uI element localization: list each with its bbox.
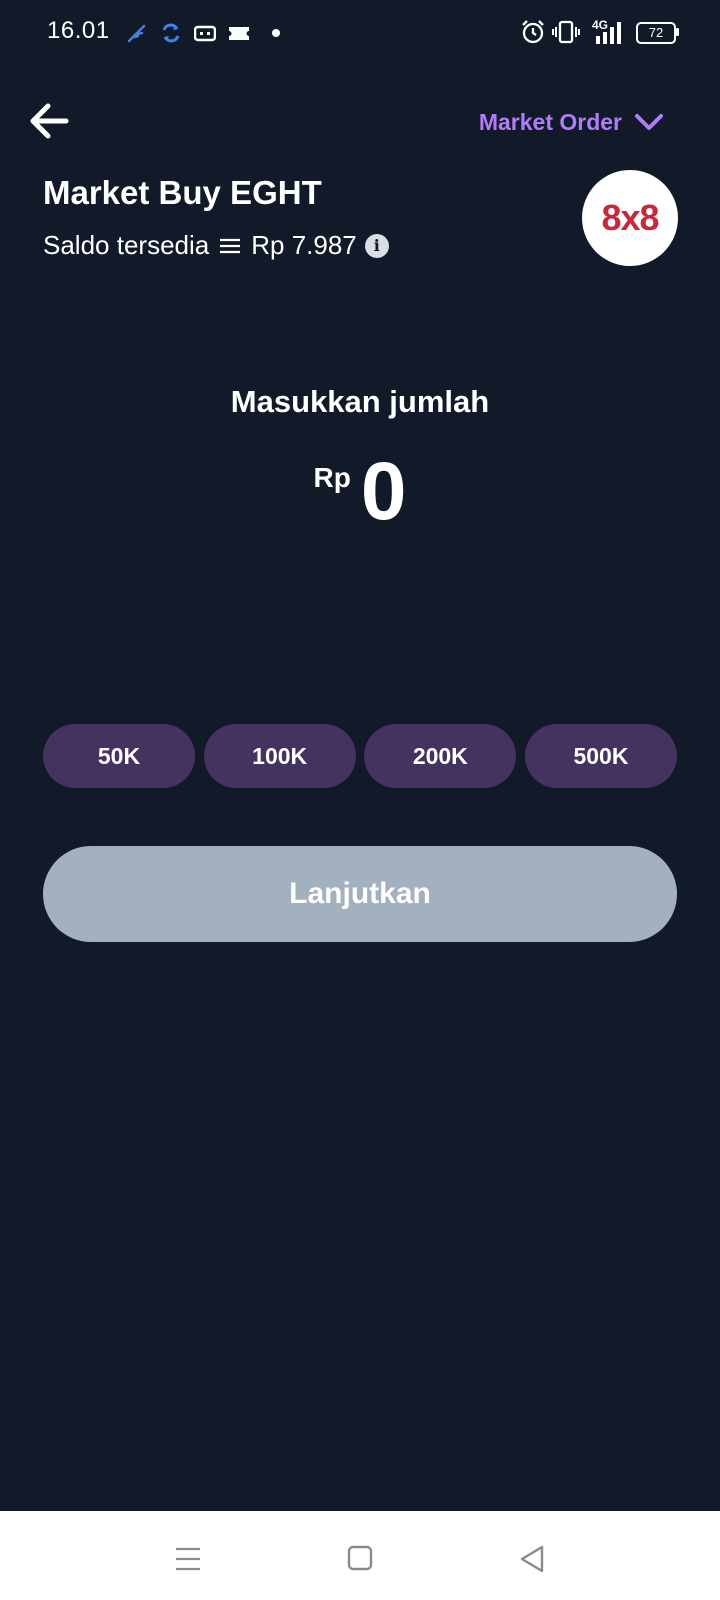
order-type-label: Market Order <box>478 108 622 135</box>
quick-amount-200k-button[interactable]: 200K <box>364 724 517 788</box>
order-type-dropdown[interactable]: Market Order <box>479 104 664 140</box>
amount-label: Masukkan jumlah <box>230 384 490 419</box>
signal-icon <box>596 22 621 44</box>
balance-label: Saldo tersedia <box>43 230 210 260</box>
system-nav-bar <box>0 1511 720 1600</box>
quick-amount-100k-button[interactable]: 100K <box>203 724 356 788</box>
chevron-down-icon <box>635 114 663 130</box>
menu-lines-icon <box>220 238 241 253</box>
ticket-icon <box>229 27 249 40</box>
alarm-icon <box>522 20 544 44</box>
battery-icon: 72 <box>636 22 676 44</box>
status-time: 16.01 <box>47 17 110 44</box>
balance-row: Saldo tersedia Rp 7.987 i <box>43 230 389 261</box>
vibrate-icon <box>552 20 580 44</box>
back-nav-icon[interactable] <box>512 1541 552 1577</box>
info-icon[interactable]: i <box>364 233 389 258</box>
amount-input[interactable]: Rp 0 <box>0 448 720 536</box>
balance-value: Rp 7.987 <box>251 230 357 260</box>
back-button[interactable] <box>26 98 72 144</box>
card-icon <box>194 25 216 42</box>
home-icon[interactable] <box>340 1541 380 1577</box>
status-bar: 16.01 4G 72 <box>0 0 720 64</box>
amount-value: 0 <box>360 446 407 537</box>
quick-amount-500k-button[interactable]: 500K <box>524 724 677 788</box>
recent-apps-icon[interactable] <box>168 1541 208 1577</box>
quick-amount-50k-button[interactable]: 50K <box>43 724 195 788</box>
page-title: Market Buy EGHT <box>43 174 322 211</box>
sync-icon <box>162 23 180 43</box>
arrow-left-icon <box>30 103 69 139</box>
battery-tip <box>676 28 679 36</box>
feather-icon <box>127 24 146 43</box>
quick-amount-row: 50K 100K 200K 500K <box>43 724 677 788</box>
stock-logo: 8x8 <box>582 170 678 266</box>
continue-button[interactable]: Lanjutkan <box>43 846 677 942</box>
amount-currency: Rp <box>313 462 351 493</box>
stock-logo-text: 8x8 <box>601 197 659 238</box>
dot-icon <box>272 29 280 37</box>
